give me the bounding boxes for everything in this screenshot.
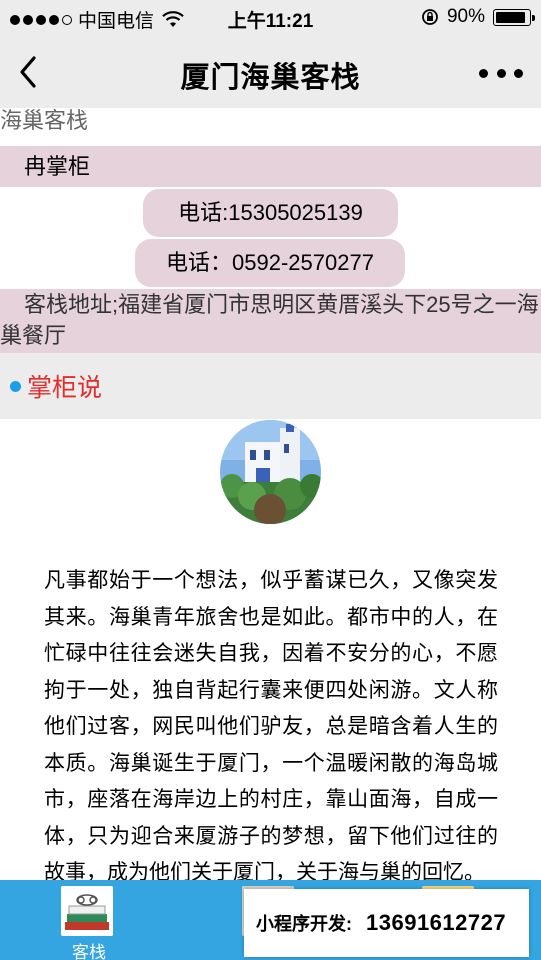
promo-banner[interactable]: 小程序开发: 13691612727: [244, 889, 529, 957]
tab-inn[interactable]: 客栈: [29, 880, 149, 960]
section-title: 掌柜说: [27, 374, 103, 402]
section-header: 掌柜说: [0, 353, 541, 419]
rotation-lock-icon: [422, 9, 438, 25]
more-dot-icon: [514, 68, 523, 78]
status-bar: 中国电信 上午11:21 90%: [0, 0, 541, 36]
battery-icon: [493, 8, 535, 26]
battery-percent: 90%: [446, 6, 485, 27]
owner-story: 凡事都始于一个想法，似乎蓄谋已久，又像突发其来。海巢青年旅舍也是如此。都市中的人…: [44, 569, 498, 884]
more-dot-icon: [479, 68, 488, 78]
more-menu-button[interactable]: [479, 58, 523, 88]
owner-avatar: [220, 420, 321, 524]
bullet-icon: [10, 380, 21, 392]
phone-landline[interactable]: 电话：0592-2570277: [135, 239, 405, 287]
more-dot-icon: [496, 68, 506, 78]
nav-bar: 厦门海巢客栈: [0, 36, 541, 108]
page-title: 厦门海巢客栈: [180, 62, 361, 94]
shop-name: 海巢客栈: [0, 108, 89, 133]
phone-mobile[interactable]: 电话:15305025139: [143, 189, 398, 237]
status-right: 90%: [421, 6, 535, 28]
shop-address: 客栈地址;福建省厦门市思明区黄厝溪头下25号之一海巢餐厅: [0, 289, 541, 353]
promo-phone: 13691612727: [366, 910, 507, 935]
tab-label: 客栈: [72, 943, 106, 960]
books-icon: [61, 886, 113, 936]
owner-name: 冉掌柜: [0, 146, 541, 187]
promo-label: 小程序开发:: [256, 914, 352, 934]
